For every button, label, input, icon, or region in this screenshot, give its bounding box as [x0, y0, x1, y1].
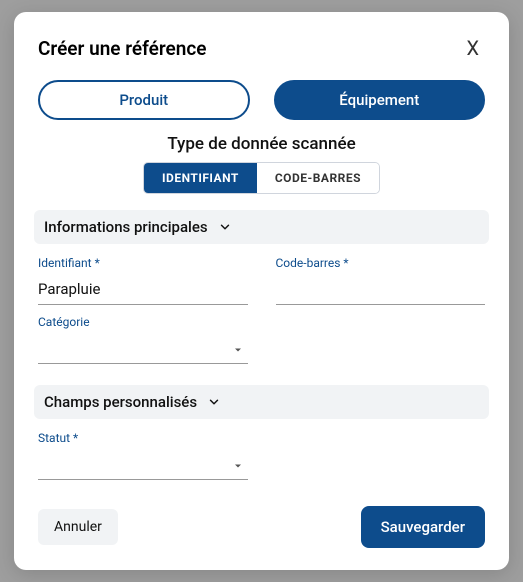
barcode-input[interactable]: [276, 276, 486, 305]
section-main-label: Informations principales: [44, 218, 208, 236]
barcode-field: Code-barres *: [276, 256, 486, 305]
modal-header: Créer une référence X: [38, 34, 485, 62]
close-button[interactable]: X: [460, 34, 485, 62]
segment-identifier[interactable]: IDENTIFIANT: [144, 163, 257, 193]
main-fields-row-2: Catégorie: [38, 315, 485, 364]
main-fields-row-1: Identifiant * Code-barres *: [38, 256, 485, 305]
section-main-info[interactable]: Informations principales: [34, 210, 489, 244]
section-custom-label: Champs personnalisés: [44, 393, 197, 411]
save-button[interactable]: Sauvegarder: [361, 506, 485, 548]
barcode-label: Code-barres *: [276, 256, 486, 270]
custom-fields-row: Statut *: [38, 431, 485, 480]
entity-type-tabs: Produit Équipement: [38, 80, 485, 120]
status-field: Statut *: [38, 431, 248, 480]
modal-title: Créer une référence: [38, 37, 207, 60]
create-reference-modal: Créer une référence X Produit Équipement…: [14, 12, 509, 570]
category-select[interactable]: [38, 335, 248, 364]
modal-footer: Annuler Sauvegarder: [38, 490, 485, 548]
tab-equipment[interactable]: Équipement: [274, 80, 486, 120]
segment-barcode[interactable]: CODE-BARRES: [257, 163, 379, 193]
category-label: Catégorie: [38, 315, 248, 329]
chevron-down-icon: [207, 395, 221, 409]
identifier-input[interactable]: [38, 276, 248, 305]
cancel-button[interactable]: Annuler: [38, 509, 118, 545]
spacer-field: [276, 315, 486, 364]
status-select[interactable]: [38, 451, 248, 480]
identifier-label: Identifiant *: [38, 256, 248, 270]
scan-type-title: Type de donnée scannée: [38, 134, 485, 154]
section-custom-fields[interactable]: Champs personnalisés: [34, 385, 489, 419]
identifier-field: Identifiant *: [38, 256, 248, 305]
chevron-down-icon: [218, 220, 232, 234]
scan-type-segment: IDENTIFIANT CODE-BARRES: [38, 162, 485, 194]
spacer-field: [276, 431, 486, 480]
status-label: Statut *: [38, 431, 248, 445]
tab-product[interactable]: Produit: [38, 80, 250, 120]
category-field: Catégorie: [38, 315, 248, 364]
